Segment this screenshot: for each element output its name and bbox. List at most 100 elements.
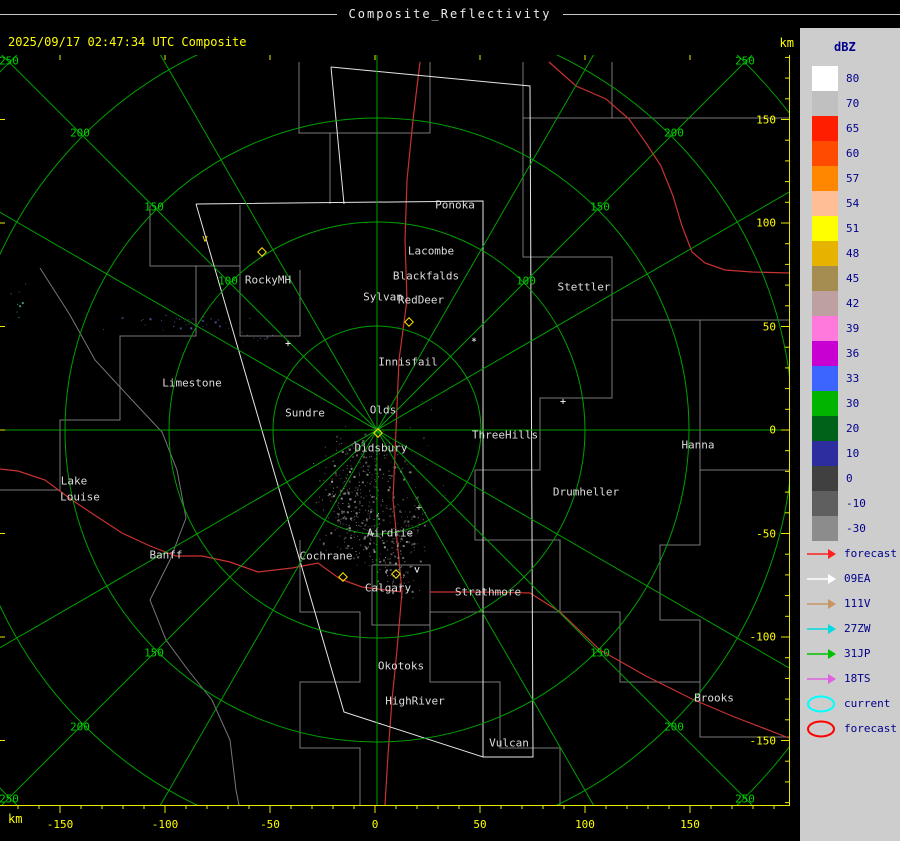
colorbar-value: -10 (846, 497, 866, 510)
colorbar-swatch (812, 341, 838, 366)
colorbar-swatch (812, 516, 838, 541)
colorbar-row: 39 (800, 316, 900, 341)
colorbar-value: 65 (846, 122, 860, 135)
colorbar-row: 33 (800, 366, 900, 391)
radar-coverage-outline (330, 66, 345, 205)
colorbar-value: 57 (846, 172, 860, 185)
window-title: Composite_Reflectivity (348, 7, 552, 21)
legend: forecast 09EA 111V 27ZW 31JP 18TS current forec… (800, 541, 900, 741)
municipal-boundary (330, 62, 431, 134)
municipal-boundary (0, 266, 197, 491)
municipal-boundary (522, 118, 789, 471)
colorbar-row: 0 (800, 466, 900, 491)
legend-label: 31JP (844, 647, 871, 660)
legend-label: 27ZW (844, 622, 871, 635)
legend-item: 09EA (800, 566, 900, 591)
colorbar-swatch (812, 241, 838, 266)
colorbar-row: 45 (800, 266, 900, 291)
colorbar-swatch (812, 391, 838, 416)
colorbar-swatch (812, 216, 838, 241)
colorbar-row: 10 (800, 441, 900, 466)
highway-line (548, 61, 790, 274)
municipal-boundary (474, 320, 789, 738)
colorbar-row: 20 (800, 416, 900, 441)
legend-item: 31JP (800, 641, 900, 666)
y-axis-unit: km (779, 36, 794, 50)
municipal-boundary (371, 564, 431, 626)
legend-label: 09EA (844, 572, 871, 585)
colorbar-row: 70 (800, 91, 900, 116)
legend-ellipse-icon (804, 695, 838, 713)
colorbar-value: 20 (846, 422, 860, 435)
legend-item: forecast (800, 716, 900, 741)
colorbar-value: 42 (846, 297, 860, 310)
title-rule-right (563, 13, 900, 15)
colorbar-value: 54 (846, 197, 860, 210)
legend-item: 18TS (800, 666, 900, 691)
legend-arrow-icon (804, 545, 838, 563)
colorbar-row: 60 (800, 141, 900, 166)
legend-item: forecast (800, 541, 900, 566)
colorbar-swatch (812, 116, 838, 141)
colorbar-value: 80 (846, 72, 860, 85)
colorbar-swatch (812, 66, 838, 91)
legend-label: 111V (844, 597, 871, 610)
legend-arrow-icon (804, 595, 838, 613)
colorbar-value: 70 (846, 97, 860, 110)
colorbar-value: 45 (846, 272, 860, 285)
colorbar-value: 51 (846, 222, 860, 235)
municipal-boundary (659, 470, 701, 682)
colorbar-value: 30 (846, 397, 860, 410)
colorbar-value: 60 (846, 147, 860, 160)
municipal-boundary (429, 612, 561, 805)
colorbar-row: 65 (800, 116, 900, 141)
colorbar-row: 51 (800, 216, 900, 241)
title-rule-left (0, 13, 337, 15)
legend-arrow-icon (804, 670, 838, 688)
colorbar-swatch (812, 266, 838, 291)
highway-line (384, 61, 421, 805)
colorbar-swatch (812, 91, 838, 116)
colorbar-swatch (812, 366, 838, 391)
radar-map[interactable] (0, 0, 900, 841)
colorbar-swatch (812, 191, 838, 216)
legend-item: 111V (800, 591, 900, 616)
legend-ellipse-icon (804, 720, 838, 738)
colorbar-panel: dBZ 80 70 65 60 57 54 51 48 45 42 39 36 33 30 20 10 0 -10… (800, 28, 900, 841)
legend-label: current (844, 697, 891, 710)
municipal-boundary (522, 62, 789, 119)
colorbar-value: 0 (846, 472, 853, 485)
colorbar-swatch (812, 316, 838, 341)
colorbar-swatch (812, 141, 838, 166)
radar-viewer-window: Composite_Reflectivity 2025/09/17 02:47:… (0, 0, 900, 841)
colorbar-swatch (812, 291, 838, 316)
legend-label: forecast (844, 547, 897, 560)
colorbar-row: 42 (800, 291, 900, 316)
title-bar: Composite_Reflectivity (0, 0, 900, 28)
precip-echoes-layer (10, 283, 446, 599)
axis-frame (0, 55, 790, 813)
colorbar-row: -10 (800, 491, 900, 516)
colorbar-row: 54 (800, 191, 900, 216)
municipal-boundary (149, 205, 241, 267)
colorbar-value: 33 (846, 372, 860, 385)
colorbar-swatch (812, 166, 838, 191)
radar-coverage-outline (330, 66, 534, 758)
x-axis-unit: km (8, 812, 23, 826)
colorbar-swatch (812, 441, 838, 466)
legend-arrow-icon (804, 645, 838, 663)
colorbar-row: -30 (800, 516, 900, 541)
colorbar-row: 80 (800, 66, 900, 91)
municipal-boundary (239, 266, 301, 337)
municipal-boundary (39, 267, 240, 805)
colorbar-value: -30 (846, 522, 866, 535)
legend-label: forecast (844, 722, 897, 735)
colorbar-value: 10 (846, 447, 860, 460)
colorbar-row: 30 (800, 391, 900, 416)
legend-item: 27ZW (800, 616, 900, 641)
colorbar-row: 36 (800, 341, 900, 366)
legend-arrow-icon (804, 570, 838, 588)
legend-label: 18TS (844, 672, 871, 685)
colorbar-scale: 80 70 65 60 57 54 51 48 45 42 39 36 33 30 20 10 0 -10 -30 (800, 66, 900, 541)
colorbar-value: 39 (846, 322, 860, 335)
